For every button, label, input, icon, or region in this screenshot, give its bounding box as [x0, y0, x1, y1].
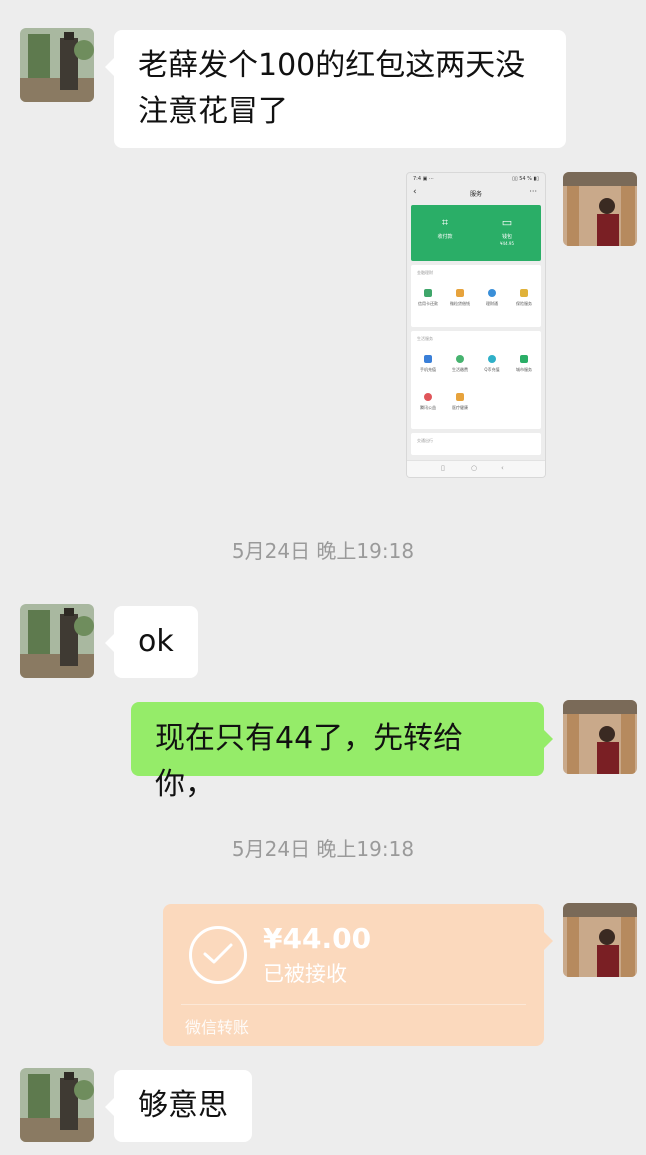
screenshot-service-icon: 手机充值 — [415, 355, 441, 373]
screenshot-wallet-item: ▭ 钱包 ¥44.95 — [487, 216, 527, 247]
message-text-line: 老薛发个100的红包这两天没 — [138, 48, 526, 83]
screenshot-service-icon: 医疗健康 — [447, 393, 473, 411]
screenshot-service-icon: 微粒贷借钱 — [447, 289, 473, 307]
message-timestamp: 5月24日 晚上19:18 — [231, 837, 415, 861]
contact-avatar[interactable] — [20, 28, 94, 102]
sent-message-bubble[interactable]: 现在只有44了，先转给你， — [131, 702, 553, 802]
screenshot-more-icon: ··· — [529, 187, 537, 196]
screenshot-status-bar: 7:4 ▣ ··· ▯▯ 54 % ▮▯ — [413, 176, 539, 183]
screenshot-card-title: 金融理财 — [417, 270, 433, 275]
received-message-bubble[interactable]: ok — [105, 606, 198, 678]
home-icon: ○ — [471, 464, 478, 472]
self-avatar[interactable] — [563, 903, 637, 977]
screenshot-transit-card: 交通出行 — [411, 433, 541, 455]
transfer-message-card[interactable]: ¥44.00 已被接收 微信转账 — [163, 904, 553, 1046]
message-text: ok — [138, 624, 174, 659]
screenshot-service-icon: 生活缴费 — [447, 355, 473, 373]
screenshot-service-icon: 保险服务 — [511, 289, 537, 307]
scan-pay-icon: ⌗ — [441, 216, 449, 229]
screenshot-wallet-balance: ¥44.95 — [500, 241, 514, 246]
transfer-amount: ¥44.00 — [263, 922, 372, 955]
screenshot-finance-card: 金融理财 信用卡还款 微粒贷借钱 理财通 保险服务 — [411, 265, 541, 327]
screenshot-service-icon: 理财通 — [479, 289, 505, 307]
self-avatar[interactable] — [563, 700, 637, 774]
checkmark-circle-icon — [189, 926, 247, 984]
screenshot-status-right: ▯▯ 54 % ▮▯ — [512, 176, 539, 182]
screenshot-title: 服务 — [469, 191, 482, 198]
message-text: 够意思 — [138, 1088, 228, 1123]
screenshot-system-nav: ▯ ○ ‹ — [407, 460, 545, 477]
screenshot-nav-bar: ‹ 服务 ··· — [407, 185, 545, 203]
screenshot-life-card: 生活服务 手机充值 生活缴费 Q币充值 城市服务 腾讯公益 医疗健康 — [411, 331, 541, 429]
self-avatar[interactable] — [563, 172, 637, 246]
wallet-icon: ▭ — [501, 216, 513, 229]
screenshot-card-title: 交通出行 — [417, 438, 433, 443]
recent-apps-icon: ▯ — [441, 464, 445, 472]
screenshot-service-icon: 信用卡还款 — [415, 289, 441, 307]
screenshot-image-message[interactable]: 7:4 ▣ ··· ▯▯ 54 % ▮▯ ‹ 服务 ··· ⌗ 收付款 ▭ 钱包… — [406, 172, 546, 478]
message-timestamp: 5月24日 晚上19:18 — [231, 539, 415, 563]
screenshot-service-icon: 城市服务 — [511, 355, 537, 373]
message-text-line: 注意花冒了 — [138, 94, 288, 129]
screenshot-card-title: 生活服务 — [417, 336, 433, 341]
back-icon: ‹ — [501, 464, 504, 472]
screenshot-service-icon: 腾讯公益 — [415, 393, 441, 411]
transfer-brand-label: 微信转账 — [185, 1018, 250, 1037]
screenshot-status-left: 7:4 ▣ ··· — [413, 176, 434, 182]
transfer-divider — [181, 1004, 526, 1005]
screenshot-pay-item: ⌗ 收付款 — [425, 216, 465, 241]
screenshot-wallet-panel: ⌗ 收付款 ▭ 钱包 ¥44.95 — [411, 205, 541, 261]
received-message-bubble[interactable]: 够意思 — [105, 1070, 252, 1142]
contact-avatar[interactable] — [20, 1068, 94, 1142]
received-message-bubble[interactable]: 老薛发个100的红包这两天没 注意花冒了 — [105, 30, 566, 148]
transfer-status: 已被接收 — [263, 962, 347, 986]
screenshot-service-icon: Q币充值 — [479, 355, 505, 373]
screenshot-wallet-label: 钱包 — [501, 234, 512, 240]
screenshot-pay-label: 收付款 — [437, 234, 453, 240]
contact-avatar[interactable] — [20, 604, 94, 678]
message-text: 现在只有44了，先转给你， — [155, 721, 464, 802]
